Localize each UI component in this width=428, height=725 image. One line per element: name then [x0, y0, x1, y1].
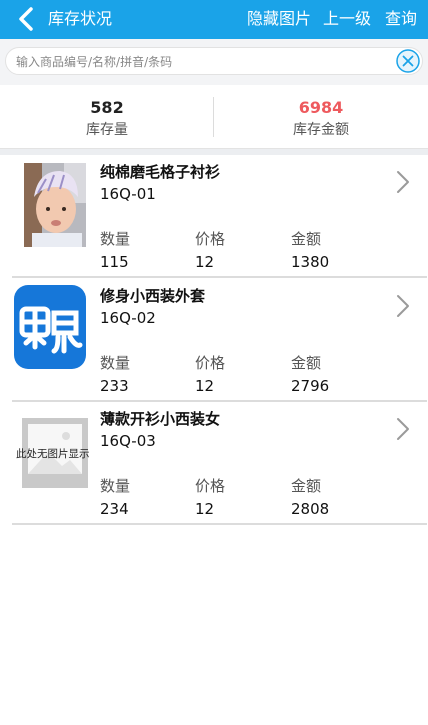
app-logo-icon: [14, 285, 86, 369]
page-title: 库存状况: [48, 9, 113, 28]
price-label: 价格: [195, 354, 226, 372]
quantity-summary: 582 库存量: [0, 85, 214, 148]
product-image: [14, 285, 86, 369]
total-amount-value: 6984: [298, 98, 344, 117]
price-label: 价格: [195, 477, 226, 495]
product-row[interactable]: 修身小西装外套 16Q-02 数量 价格 金额 233 12 2796: [12, 279, 427, 402]
query-button[interactable]: 查询: [385, 9, 417, 29]
amount-label: 金额: [291, 230, 322, 248]
total-amount-label: 库存金额: [293, 122, 349, 138]
product-name: 纯棉磨毛格子衬衫: [100, 163, 221, 181]
amount-value: 1380: [291, 253, 330, 271]
total-quantity-value: 582: [90, 98, 124, 117]
price-value: 12: [195, 253, 215, 271]
price-value: 12: [195, 377, 215, 395]
total-quantity-label: 库存量: [86, 122, 128, 138]
chevron-right-icon[interactable]: [395, 416, 411, 442]
price-value: 12: [195, 500, 215, 518]
quantity-value: 115: [100, 253, 129, 271]
product-code: 16Q-01: [100, 185, 156, 203]
clear-search-icon[interactable]: [396, 49, 420, 73]
quantity-value: 233: [100, 377, 129, 395]
amount-value: 2796: [291, 377, 330, 395]
price-label: 价格: [195, 230, 226, 248]
header-bar: 库存状况 隐藏图片 上一级 查询: [0, 0, 428, 39]
hide-images-button[interactable]: 隐藏图片: [247, 9, 311, 29]
amount-label: 金额: [291, 354, 322, 372]
chevron-right-icon[interactable]: [395, 169, 411, 195]
product-row[interactable]: 此处无图片显示 薄款开衫小西装女 16Q-03 数量 价格 金额 234 12 …: [12, 402, 427, 525]
amount-label: 金额: [291, 477, 322, 495]
product-name: 薄款开衫小西装女: [100, 410, 221, 428]
product-name: 修身小西装外套: [100, 287, 206, 305]
quantity-label: 数量: [100, 477, 131, 495]
product-image: [24, 163, 86, 247]
no-image-text: 此处无图片显示: [16, 448, 90, 460]
product-code: 16Q-03: [100, 432, 156, 450]
search-box: [5, 47, 423, 75]
quantity-value: 234: [100, 500, 129, 518]
quantity-label: 数量: [100, 230, 131, 248]
product-row[interactable]: 纯棉磨毛格子衬衫 16Q-01 数量 价格 金额 115 12 1380: [12, 155, 427, 278]
amount-value: 2808: [291, 500, 330, 518]
product-code: 16Q-02: [100, 309, 156, 327]
product-image: 此处无图片显示: [12, 412, 98, 492]
search-input[interactable]: [14, 51, 378, 73]
amount-summary: 6984 库存金额: [214, 85, 428, 148]
inventory-summary: 582 库存量 6984 库存金额: [0, 85, 428, 149]
parent-level-button[interactable]: 上一级: [323, 9, 371, 29]
search-bar: [0, 39, 428, 85]
back-arrow-icon[interactable]: [14, 6, 40, 32]
quantity-label: 数量: [100, 354, 131, 372]
baby-photo-image: [24, 163, 86, 247]
chevron-right-icon[interactable]: [395, 293, 411, 319]
